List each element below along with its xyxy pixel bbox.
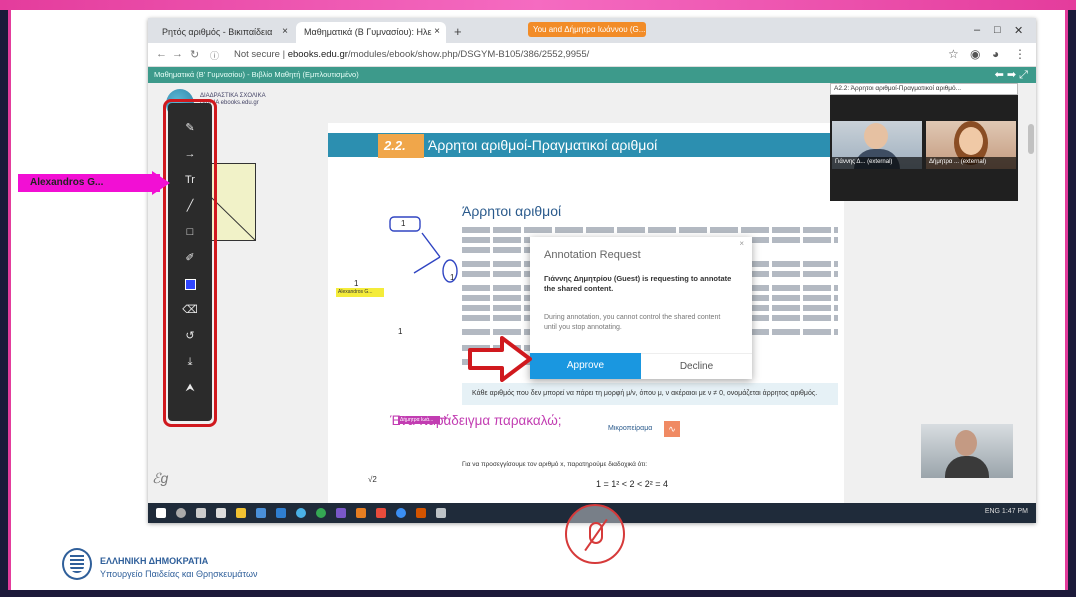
approximation-text: Για να προσεγγίσουμε τον αριθμό x, παρατ… [462, 461, 648, 468]
section-heading-bar: 2.2. Άρρητοι αριθμοί-Πραγματικοί αριθμοί [328, 133, 844, 158]
ebook-corner-logo: ℰg [152, 470, 169, 486]
tab-strip: Ρητός αριθμός - Βικιπαίδεια × Μαθηματικά… [148, 18, 1036, 43]
extension-icon[interactable]: ◉ [970, 47, 980, 61]
section-title: Άρρητοι αριθμοί [462, 203, 562, 219]
close-window-button[interactable]: ✕ [1014, 24, 1023, 37]
task-view-icon[interactable] [196, 508, 206, 518]
annotation-request-dialog: × Annotation Request Γιάννης Δημητρίου (… [530, 237, 752, 379]
ministry-logo: ΕΛΛΗΝΙΚΗ ΔΗΜΟΚΡΑΤΙΑ Υπουργείο Παιδείας κ… [62, 548, 382, 588]
microexperiment-icon[interactable]: ∿ [664, 421, 680, 437]
profile-icon[interactable]: ◕ [992, 47, 999, 61]
close-icon[interactable]: × [434, 26, 440, 37]
dialog-message: Γιάννης Δημητρίου (Guest) is requesting … [544, 274, 732, 293]
section-heading: Άρρητοι αριθμοί-Πραγματικοί αριθμοί [428, 137, 658, 153]
text-line [462, 227, 838, 233]
taskbar-app-icon[interactable] [376, 508, 386, 518]
avatar [955, 430, 977, 456]
page-nav-icon[interactable]: ⬅ ➡ ⤢ [995, 68, 1028, 82]
info-icon[interactable]: ⓘ [210, 49, 219, 62]
maximize-button[interactable]: □ [994, 24, 1001, 36]
approve-button[interactable]: Approve [530, 353, 641, 379]
greek-emblem-icon [62, 548, 92, 580]
annotation-scribble [389, 216, 458, 283]
dialog-note: During annotation, you cannot control th… [544, 314, 721, 331]
toolbar-highlight-box [163, 99, 217, 427]
participant-name: Γιάννης Δ... (external) [832, 157, 922, 169]
participant-name: Δήμητρα ... (external) [926, 157, 1016, 169]
muted-mic-button[interactable] [565, 504, 625, 564]
star-icon[interactable]: ☆ [948, 47, 959, 61]
section-select[interactable]: Α2.2: Άρρητοι αριθμοί-Πραγματικοί αριθμό… [830, 83, 1018, 95]
reload-icon[interactable]: ↻ [190, 48, 199, 61]
taskbar-app-icon[interactable] [256, 508, 266, 518]
taskbar-app-icon[interactable] [296, 508, 306, 518]
name-callout: Alexandros G... [18, 174, 160, 192]
minimize-button[interactable]: – [974, 24, 980, 36]
system-tray[interactable]: ENG 1:47 PM [985, 508, 1028, 515]
annotation-name-tag: Alexandros G... [336, 288, 384, 297]
scrollbar-thumb[interactable] [1028, 124, 1034, 154]
square-side-label: 1 [398, 327, 403, 336]
annotation-name-tag: Δήμητρα Ιωά... [398, 416, 440, 424]
new-tab-button[interactable]: + [454, 24, 462, 39]
red-arrow-icon [468, 336, 532, 382]
menu-icon[interactable]: ⋮ [1014, 47, 1026, 61]
taskbar-app-icon[interactable] [436, 508, 446, 518]
tab-label: Μαθηματικά (Β Γυμνασίου): Ηλε [304, 27, 432, 37]
annotation-arrow-icon: ➜ [440, 413, 448, 423]
section-number: 2.2. [378, 134, 424, 158]
inequality-text: 1 = 1² < 2 < 2² = 4 [596, 479, 669, 489]
sharing-indicator[interactable]: You and Δήμητρα Ιωάννου (G... [528, 22, 646, 37]
taskbar-app-icon[interactable] [276, 508, 286, 518]
ministry-title: ΕΛΛΗΝΙΚΗ ΔΗΜΟΚΡΑΤΙΑ [100, 556, 209, 566]
back-icon[interactable]: ← [156, 48, 167, 60]
address-bar: ← → ↻ ⓘ Not secure | ebooks.edu.gr/modul… [148, 43, 1036, 67]
folder-icon[interactable] [236, 508, 246, 518]
callout-arrow-icon [152, 171, 170, 195]
start-icon[interactable] [156, 508, 166, 518]
url-field[interactable]: Not secure | ebooks.edu.gr/modules/ebook… [234, 49, 589, 60]
forward-icon[interactable]: → [172, 48, 183, 60]
definition-box: Κάθε αριθμός που δεν μπορεί να πάρει τη … [462, 383, 838, 405]
microexperiment-label[interactable]: Μικροπείραμα [608, 425, 652, 432]
tab-rational-number[interactable]: Ρητός αριθμός - Βικιπαίδεια × [154, 22, 294, 43]
url-security-label: Not secure [234, 49, 280, 60]
url-path: /modules/ebook/show.php/DSGYM-B105/386/2… [347, 49, 590, 60]
avatar [959, 127, 983, 155]
taskbar-app-icon[interactable] [216, 508, 226, 518]
avatar-body [945, 456, 989, 478]
ebook-title-bar: Μαθηματικά (Β' Γυμνασίου) - Βιβλίο Μαθητ… [148, 67, 1036, 83]
slide-top-border [0, 0, 1076, 10]
square-side-label: 1 [354, 279, 359, 288]
decline-button[interactable]: Decline [641, 353, 752, 379]
taskbar-app-icon[interactable] [336, 508, 346, 518]
taskbar-app-icon[interactable] [356, 508, 366, 518]
url-host: ebooks.edu.gr [287, 49, 348, 60]
taskbar-app-icon[interactable] [416, 508, 426, 518]
avatar [864, 123, 888, 149]
close-icon[interactable]: × [282, 26, 288, 37]
dialog-title: Annotation Request [544, 249, 641, 261]
chrome-icon[interactable] [316, 508, 326, 518]
presenter-camera [921, 424, 1013, 478]
sqrt-label: √2 [368, 475, 377, 484]
edge-icon[interactable] [396, 508, 406, 518]
search-icon[interactable] [176, 508, 186, 518]
slide-bottom-border [0, 590, 1076, 597]
ministry-subtitle: Υπουργείο Παιδείας και Θρησκευμάτων [100, 569, 258, 579]
tab-math-ebook[interactable]: Μαθηματικά (Β Γυμνασίου): Ηλε × [296, 22, 446, 43]
tab-label: Ρητός αριθμός - Βικιπαίδεια [162, 27, 273, 37]
ebook-title: Μαθηματικά (Β' Γυμνασίου) - Βιβλίο Μαθητ… [154, 70, 359, 79]
participant-panel: Α2.2: Άρρητοι αριθμοί-Πραγματικοί αριθμό… [830, 83, 1018, 201]
close-icon[interactable]: × [739, 239, 744, 248]
